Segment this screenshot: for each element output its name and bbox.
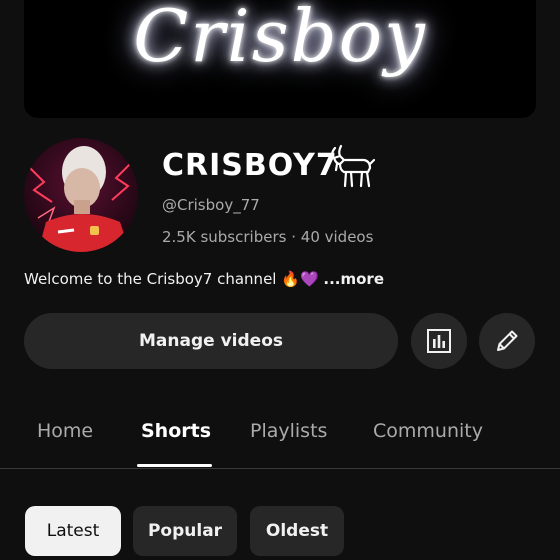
- channel-description[interactable]: Welcome to the Crisboy7 channel 🔥💜 ...mo…: [24, 270, 384, 288]
- tab-community[interactable]: Community: [373, 420, 483, 442]
- description-text: Welcome to the Crisboy7 channel: [24, 270, 277, 288]
- edit-channel-button[interactable]: [479, 313, 535, 369]
- channel-name: CRISBOY7: [162, 148, 338, 183]
- analytics-icon: [427, 329, 451, 353]
- analytics-button[interactable]: [411, 313, 467, 369]
- subscriber-count: 2.5K subscribers: [162, 228, 287, 246]
- stats-separator: ·: [291, 228, 296, 246]
- manage-videos-button[interactable]: Manage videos: [24, 313, 398, 369]
- tab-playlists[interactable]: Playlists: [250, 420, 327, 442]
- purple-heart-icon: 💜: [299, 270, 319, 288]
- tab-home[interactable]: Home: [37, 420, 93, 442]
- pencil-icon: [497, 330, 518, 351]
- tab-shorts[interactable]: Shorts: [141, 420, 211, 442]
- avatar-image: [24, 138, 138, 252]
- channel-stats: 2.5K subscribers · 40 videos: [162, 228, 373, 246]
- filter-chip-oldest[interactable]: Oldest: [250, 506, 344, 556]
- channel-tabs: Home Shorts Playlists Community: [0, 410, 560, 468]
- goat-icon: [331, 144, 376, 188]
- channel-banner: Crisboy: [24, 0, 536, 118]
- active-tab-indicator: [137, 464, 212, 467]
- channel-handle: @Crisboy_77: [162, 196, 260, 214]
- tabs-divider: [0, 468, 560, 469]
- filter-chip-latest[interactable]: Latest: [25, 506, 121, 556]
- video-count: 40 videos: [300, 228, 374, 246]
- more-link[interactable]: ...more: [323, 270, 384, 288]
- channel-avatar[interactable]: [24, 138, 138, 252]
- fire-icon: 🔥: [281, 270, 300, 288]
- filter-chip-popular[interactable]: Popular: [133, 506, 237, 556]
- banner-text: Crisboy: [133, 0, 427, 78]
